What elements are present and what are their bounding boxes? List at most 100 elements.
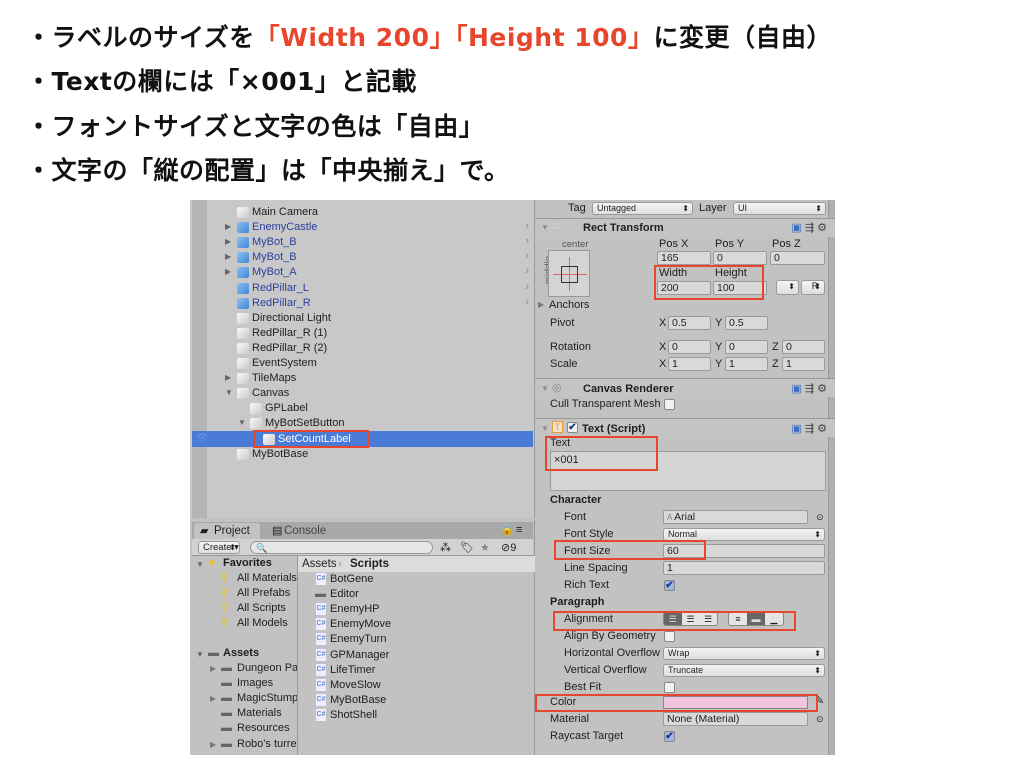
expand-arrow-right-icon[interactable]: ▶ bbox=[225, 373, 231, 382]
prefab-open-chevron-icon[interactable]: › bbox=[525, 250, 529, 262]
filter-type-icon[interactable]: ⁂ bbox=[440, 541, 451, 555]
expand-arrow-right-icon[interactable]: ▶ bbox=[210, 662, 216, 676]
project-file-item[interactable]: C# MyBotBase bbox=[315, 693, 515, 708]
favorites-expand-icon[interactable]: ▼ bbox=[196, 558, 204, 572]
project-file-item[interactable]: C# ShotShell bbox=[315, 708, 515, 723]
tag-dropdown[interactable]: Untagged bbox=[592, 202, 693, 215]
component-icons[interactable]: ▣ ⇶ ⚙ bbox=[791, 221, 827, 234]
pos-x-field[interactable]: 165 bbox=[657, 251, 711, 265]
material-field[interactable]: None (Material) bbox=[663, 712, 808, 726]
hierarchy-item[interactable]: RedPillar_L › bbox=[207, 281, 533, 296]
horizontal-overflow-dropdown[interactable]: Wrap bbox=[663, 647, 825, 660]
layer-dropdown[interactable]: UI bbox=[733, 202, 826, 215]
expand-arrow-down-icon[interactable]: ▼ bbox=[238, 418, 246, 427]
hierarchy-item[interactable]: ▼ Canvas bbox=[207, 386, 533, 401]
tab-console[interactable]: ▤ Console bbox=[270, 523, 350, 539]
menu-icon[interactable]: ≡ bbox=[516, 523, 522, 537]
favorite-item[interactable]: ⚲ All Models bbox=[220, 616, 297, 631]
scale-x-field[interactable]: 1 bbox=[668, 357, 711, 371]
expand-arrow-right-icon[interactable]: ▶ bbox=[225, 252, 231, 261]
align-by-geometry-checkbox[interactable] bbox=[664, 631, 675, 642]
hierarchy-item[interactable]: ▶ MyBot_A › bbox=[207, 265, 533, 280]
font-field[interactable]: A Arial bbox=[663, 510, 808, 524]
prefab-open-chevron-icon[interactable]: › bbox=[525, 296, 529, 308]
expand-arrow-right-icon[interactable]: ▶ bbox=[225, 267, 231, 276]
project-file-item[interactable]: C# EnemyMove bbox=[315, 617, 515, 632]
favorite-item[interactable]: ⚲ All Prefabs bbox=[220, 586, 297, 601]
favorite-item[interactable]: ⚲ All Materials bbox=[220, 571, 297, 586]
label[interactable]: Assets bbox=[302, 557, 337, 571]
text-script-header[interactable]: ▼ T ✔ Text (Script) ▣ ⇶ ⚙ bbox=[535, 418, 835, 437]
cull-transparent-mesh-checkbox[interactable] bbox=[664, 399, 675, 410]
expand-arrow-right-icon[interactable]: ▶ bbox=[225, 237, 231, 246]
hierarchy-item[interactable]: RedPillar_R (1) bbox=[207, 326, 533, 341]
hierarchy-item[interactable]: GPLabel bbox=[207, 401, 533, 416]
best-fit-checkbox[interactable] bbox=[664, 682, 675, 693]
hierarchy-item[interactable]: ▶ MyBot_B › bbox=[207, 250, 533, 265]
object-picker-icon[interactable]: ⊙ bbox=[816, 510, 824, 524]
raycast-target-checkbox[interactable]: ✔ bbox=[664, 731, 675, 742]
asset-folder-item[interactable]: ▶ ▬ Dungeon Pa bbox=[208, 661, 297, 676]
prefab-open-chevron-icon[interactable]: › bbox=[525, 265, 529, 277]
pivot-y-field[interactable]: 0.5 bbox=[725, 316, 768, 330]
prefab-open-chevron-icon[interactable]: › bbox=[525, 220, 529, 232]
project-file-item[interactable]: C# GPManager bbox=[315, 648, 515, 663]
rich-text-checkbox[interactable]: ✔ bbox=[664, 580, 675, 591]
hierarchy-item[interactable]: ▶ TileMaps bbox=[207, 371, 533, 386]
scrollbar[interactable] bbox=[828, 200, 835, 755]
pos-y-field[interactable]: 0 bbox=[713, 251, 767, 265]
line-spacing-field[interactable]: 1 bbox=[663, 561, 825, 575]
object-picker-icon[interactable]: ⊙ bbox=[816, 712, 824, 726]
create-button[interactable]: Create ▾ bbox=[198, 541, 240, 554]
raw-edit-button[interactable]: R bbox=[801, 280, 825, 295]
asset-folder-item[interactable]: ▬ Materials bbox=[208, 706, 297, 721]
label[interactable]: Scripts bbox=[350, 557, 389, 571]
assets-expand-icon[interactable]: ▼ bbox=[196, 648, 204, 662]
hidden-packages-icon[interactable]: ⊘9 bbox=[501, 541, 516, 555]
asset-folder-item[interactable]: ▬ Resources bbox=[208, 721, 297, 736]
project-file-item[interactable]: C# EnemyHP bbox=[315, 602, 515, 617]
anchor-presets-button[interactable] bbox=[548, 250, 590, 297]
favorite-item[interactable]: ⚲ All Scripts bbox=[220, 601, 297, 616]
anchors-foldout[interactable]: Anchors bbox=[549, 298, 589, 312]
asset-folder-item[interactable]: ▶ ▬ MagicStump bbox=[208, 691, 297, 706]
hierarchy-item[interactable]: MyBotBase bbox=[207, 447, 533, 462]
rotation-y-field[interactable]: 0 bbox=[725, 340, 768, 354]
expand-arrow-right-icon[interactable]: ▶ bbox=[210, 738, 216, 752]
rect-transform-header[interactable]: ▼ ⁙ Rect Transform ▣ ⇶ ⚙ bbox=[535, 218, 835, 237]
asset-folder-item[interactable]: ▬ Images bbox=[208, 676, 297, 691]
hierarchy-item[interactable]: RedPillar_R › bbox=[207, 296, 533, 311]
project-file-item[interactable]: C# MoveSlow bbox=[315, 678, 515, 693]
favorite-star-icon[interactable]: ★ bbox=[480, 541, 490, 555]
expand-arrow-down-icon[interactable]: ▼ bbox=[225, 388, 233, 397]
canvas-renderer-header[interactable]: ▼ ◎ Canvas Renderer ▣ ⇶ ⚙ bbox=[535, 378, 835, 397]
project-file-item[interactable]: C# LifeTimer bbox=[315, 663, 515, 678]
pivot-x-field[interactable]: 0.5 bbox=[668, 316, 711, 330]
tab-project[interactable]: ▰ Project bbox=[194, 523, 260, 539]
hierarchy-item[interactable]: Directional Light bbox=[207, 311, 533, 326]
prefab-open-chevron-icon[interactable]: › bbox=[525, 281, 529, 293]
project-file-item[interactable]: C# BotGene bbox=[315, 572, 515, 587]
rotation-x-field[interactable]: 0 bbox=[668, 340, 711, 354]
scale-y-field[interactable]: 1 bbox=[725, 357, 768, 371]
pos-z-field[interactable]: 0 bbox=[770, 251, 825, 265]
search-input[interactable]: 🔍 bbox=[250, 541, 433, 554]
hierarchy-item[interactable]: Main Camera bbox=[207, 205, 533, 220]
filter-label-icon[interactable]: 🏷 bbox=[460, 541, 474, 555]
blueprint-mode-button[interactable] bbox=[776, 280, 799, 295]
project-file-item[interactable]: C# EnemyTurn bbox=[315, 632, 515, 647]
text-enabled-checkbox[interactable]: ✔ bbox=[567, 422, 578, 433]
hierarchy-item[interactable]: EventSystem bbox=[207, 356, 533, 371]
rotation-z-field[interactable]: 0 bbox=[782, 340, 825, 354]
lock-icon[interactable]: 🔒 bbox=[500, 523, 514, 537]
hierarchy-item[interactable]: ▶ MyBot_B › bbox=[207, 235, 533, 250]
hierarchy-item[interactable]: RedPillar_R (2) bbox=[207, 341, 533, 356]
scale-z-field[interactable]: 1 bbox=[782, 357, 825, 371]
prefab-open-chevron-icon[interactable]: › bbox=[525, 235, 529, 247]
expand-arrow-right-icon[interactable]: ▶ bbox=[210, 692, 216, 706]
asset-folder-item[interactable]: ▶ ▬ Robo's turre bbox=[208, 737, 297, 752]
hierarchy-item[interactable]: ▶ EnemyCastle › bbox=[207, 220, 533, 235]
vertical-overflow-dropdown[interactable]: Truncate bbox=[663, 664, 825, 677]
expand-arrow-right-icon[interactable]: ▶ bbox=[225, 222, 231, 231]
project-file-item[interactable]: ▬ Editor bbox=[315, 587, 515, 602]
